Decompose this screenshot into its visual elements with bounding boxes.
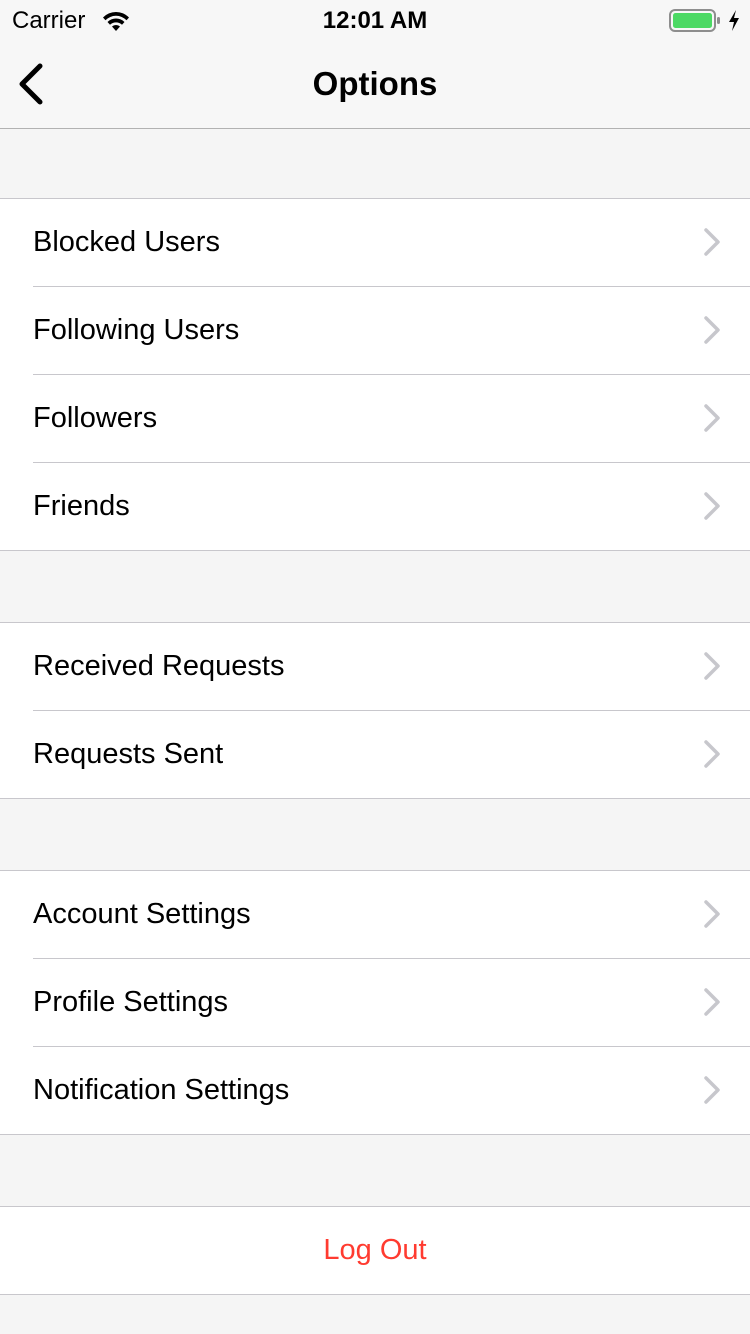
requests-sent-row[interactable]: Requests Sent <box>0 710 750 798</box>
chevron-right-icon <box>704 404 720 432</box>
following-users-row[interactable]: Following Users <box>0 286 750 374</box>
notification-settings-row[interactable]: Notification Settings <box>0 1046 750 1134</box>
followers-row[interactable]: Followers <box>0 374 750 462</box>
page-title: Options <box>312 65 438 102</box>
social-group: Blocked Users Following Users Followers … <box>0 198 750 551</box>
received-requests-row[interactable]: Received Requests <box>0 623 750 710</box>
chevron-right-icon <box>704 740 720 768</box>
chevron-right-icon <box>704 988 720 1016</box>
settings-group: Account Settings Profile Settings Notifi… <box>0 870 750 1135</box>
row-label: Following Users <box>33 314 240 346</box>
logout-button[interactable]: Log Out <box>0 1207 750 1294</box>
chevron-right-icon <box>704 228 720 256</box>
chevron-right-icon <box>704 316 720 344</box>
row-label: Requests Sent <box>33 738 224 770</box>
row-label: Followers <box>33 402 158 434</box>
logout-group: Log Out <box>0 1206 750 1295</box>
row-label: Friends <box>33 490 130 522</box>
row-label: Account Settings <box>33 898 251 930</box>
battery-icon <box>669 9 720 32</box>
row-label: Blocked Users <box>33 226 220 258</box>
options-screen: Carrier 12:01 AM Options Blocked Users F… <box>0 0 750 1334</box>
logout-label: Log Out <box>323 1234 427 1266</box>
navigation-bar: Options <box>0 40 750 129</box>
chevron-right-icon <box>704 1076 720 1104</box>
chevron-right-icon <box>704 900 720 928</box>
blocked-users-row[interactable]: Blocked Users <box>0 199 750 286</box>
chevron-right-icon <box>704 652 720 680</box>
friends-row[interactable]: Friends <box>0 462 750 550</box>
requests-group: Received Requests Requests Sent <box>0 622 750 799</box>
account-settings-row[interactable]: Account Settings <box>0 871 750 958</box>
row-label: Notification Settings <box>33 1074 290 1106</box>
row-label: Received Requests <box>33 650 285 682</box>
status-bar: Carrier 12:01 AM <box>0 0 750 40</box>
charging-bolt-icon <box>729 10 739 31</box>
chevron-right-icon <box>704 492 720 520</box>
profile-settings-row[interactable]: Profile Settings <box>0 958 750 1046</box>
row-label: Profile Settings <box>33 986 229 1018</box>
status-time: 12:01 AM <box>322 7 428 34</box>
